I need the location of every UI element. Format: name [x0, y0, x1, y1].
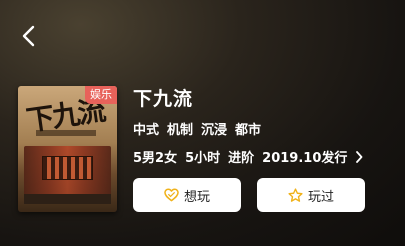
game-cover-image[interactable]: 下九流 娱乐 — [18, 86, 117, 212]
want-to-play-button[interactable]: 想玩 — [133, 178, 241, 212]
release-info: 2019.10发行 — [262, 151, 348, 166]
difficulty-info: 进阶 — [228, 151, 255, 166]
tag-item: 沉浸 — [201, 123, 228, 138]
chevron-left-icon — [21, 25, 35, 51]
game-info-row[interactable]: 5男2女 5小时 进阶 2019.10发行 — [133, 147, 363, 166]
cover-scene-art — [24, 146, 111, 204]
tag-item: 都市 — [235, 123, 262, 138]
chevron-right-icon — [355, 150, 363, 163]
game-title: 下九流 — [133, 88, 194, 110]
tag-list: 中式 机制 沉浸 都市 — [133, 119, 261, 138]
duration-info: 5小时 — [185, 151, 221, 166]
tag-item: 中式 — [133, 123, 160, 138]
cover-subtitle-art — [36, 130, 96, 136]
back-button[interactable] — [16, 25, 40, 51]
tag-item: 机制 — [167, 123, 194, 138]
category-badge: 娱乐 — [85, 86, 117, 104]
heart-icon — [164, 188, 179, 202]
want-to-play-label: 想玩 — [183, 189, 210, 205]
played-label: 玩过 — [307, 189, 334, 205]
played-button[interactable]: 玩过 — [257, 178, 365, 212]
star-icon — [288, 187, 303, 203]
players-info: 5男2女 — [133, 151, 178, 166]
